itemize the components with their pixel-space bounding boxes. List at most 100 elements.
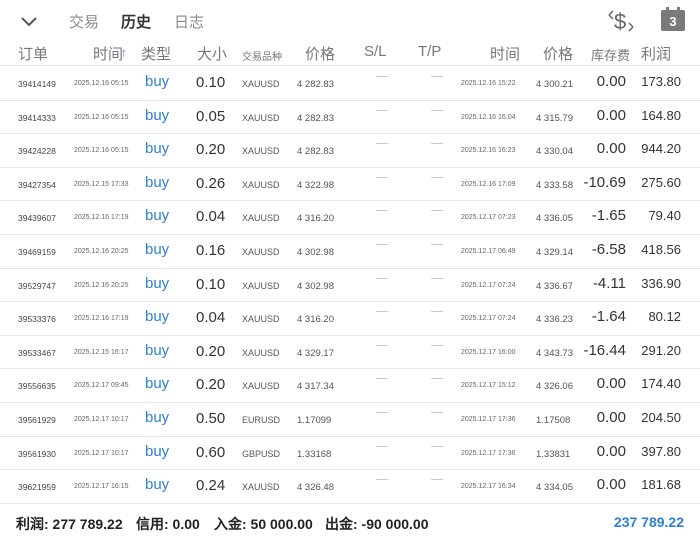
open-price: 1.33168 <box>297 448 332 460</box>
trade-type: buy <box>145 341 170 359</box>
sl-empty-dash <box>376 176 388 178</box>
header-size[interactable]: 大小 <box>197 43 227 64</box>
profit-value: 418.56 <box>641 241 681 257</box>
order-number: 39561930 <box>18 448 56 459</box>
swap-value: -1.65 <box>591 207 626 225</box>
close-time: 2025.12.17 07:23 <box>461 214 516 222</box>
swap-value: -6.58 <box>591 240 626 258</box>
header-sl[interactable]: S/L <box>364 43 387 60</box>
sl-empty-dash <box>376 411 388 413</box>
trade-type: buy <box>145 274 170 292</box>
trade-symbol: EURUSD <box>242 414 281 425</box>
table-row[interactable]: 39561930 2025.12.17 10:17 buy 0.60 GBPUSD 1.3… <box>0 437 700 471</box>
calendar-icon[interactable]: 3 <box>660 6 686 32</box>
swap-value: -4.11 <box>592 274 626 292</box>
tab-trade[interactable]: 交易 <box>69 11 99 32</box>
swap-value: 0.00 <box>596 140 626 158</box>
top-bar: 交易 历史 日志 $ 3 <box>0 0 700 42</box>
table-row[interactable]: 39439607 2025.12.16 17:19 buy 0.04 XAUUSD 4 3… <box>0 201 700 235</box>
sl-empty-dash <box>376 76 388 77</box>
profit-value: 80.12 <box>648 309 681 325</box>
swap-value: 0.00 <box>596 106 626 124</box>
close-time: 2025.12.17 16:00 <box>461 348 516 356</box>
profit-value: 181.68 <box>641 477 681 493</box>
close-time: 2025.12.17 15:12 <box>461 382 516 390</box>
trade-size: 0.24 <box>196 477 226 495</box>
header-tp[interactable]: T/P <box>418 43 441 60</box>
trade-symbol: XAUUSD <box>242 179 280 190</box>
profit-value: 336.90 <box>641 275 681 291</box>
close-time: 2025.12.16 16:04 <box>461 113 516 121</box>
tab-history[interactable]: 历史 <box>121 11 151 32</box>
open-time: 2025.12.15 17:33 <box>74 180 129 188</box>
profit-value: 173.80 <box>641 74 681 89</box>
swap-value: 0.00 <box>596 476 626 494</box>
close-time: 2025.12.16 16:23 <box>461 147 516 155</box>
dollar-sort-icon[interactable]: $ <box>606 7 636 35</box>
trade-size: 0.20 <box>196 342 226 360</box>
chevron-down-icon[interactable] <box>18 10 40 32</box>
summary-credit: 信用: 0.00 <box>136 516 200 532</box>
calendar-day-number: 3 <box>669 14 677 29</box>
tp-empty-dash <box>431 344 443 346</box>
header-symbol[interactable]: 交易品种 <box>242 48 282 63</box>
table-row[interactable]: 39414333 2025.12.16 05:15 buy 0.05 XAUUSD 4 2… <box>0 101 700 135</box>
header-profit[interactable]: 利润 <box>641 43 671 64</box>
close-price: 4 326.06 <box>536 381 573 393</box>
table-row[interactable]: 39561929 2025.12.17 10:17 buy 0.50 EURUSD 1.1… <box>0 403 700 437</box>
header-price[interactable]: 价格 <box>305 43 335 64</box>
trade-type: buy <box>145 106 170 124</box>
summary-deposit: 入金: 50 000.00 <box>214 516 313 532</box>
profit-value: 174.40 <box>641 376 681 392</box>
sl-empty-dash <box>376 143 388 145</box>
open-price: 4 302.98 <box>297 246 334 258</box>
sl-empty-dash <box>376 378 388 380</box>
open-price: 4 316.20 <box>297 213 334 225</box>
table-row[interactable]: 39427354 2025.12.15 17:33 buy 0.26 XAUUSD 4 3… <box>0 168 700 202</box>
order-number: 39424228 <box>18 146 56 157</box>
tp-empty-dash <box>431 76 443 77</box>
header-close-time[interactable]: 时间 <box>490 43 520 64</box>
table-row[interactable]: 39414149 2025.12.16 05:15 buy 0.10 XAUUSD 4 2… <box>0 67 700 101</box>
table-row[interactable]: 39529747 2025.12.16 20:25 buy 0.10 XAUUSD 4 3… <box>0 269 700 303</box>
table-row[interactable]: 39533467 2025.12.15 16:17 buy 0.20 XAUUSD 4 3… <box>0 336 700 370</box>
close-price: 4 336.67 <box>536 280 573 292</box>
table-row[interactable]: 39469159 2025.12.16 20:25 buy 0.16 XAUUSD 4 3… <box>0 235 700 269</box>
open-price: 4 316.20 <box>297 314 334 326</box>
header-order[interactable]: 订单 <box>18 43 48 64</box>
trade-type: buy <box>145 207 170 225</box>
trade-symbol: XAUUSD <box>242 246 280 257</box>
order-number: 39439607 <box>18 213 56 224</box>
table-row[interactable]: 39424228 2025.12.16 05:15 buy 0.20 XAUUSD 4 2… <box>0 134 700 168</box>
header-time[interactable]: 时间 <box>93 43 123 64</box>
header-close-price[interactable]: 价格 <box>543 43 573 64</box>
table-row[interactable]: 39556635 2025.12.17 09:45 buy 0.20 XAUUSD 4 3… <box>0 369 700 403</box>
table-row[interactable]: 39533376 2025.12.16 17:19 buy 0.04 XAUUSD 4 3… <box>0 302 700 336</box>
swap-value: -1.64 <box>591 308 626 326</box>
open-price: 4 317.34 <box>297 381 334 393</box>
tab-journal[interactable]: 日志 <box>174 11 204 32</box>
header-swap[interactable]: 库存费 <box>591 45 630 64</box>
table-row[interactable]: 39621959 2025.12.17 16:15 buy 0.24 XAUUSD 4 3… <box>0 470 700 504</box>
trade-size: 0.16 <box>196 241 226 259</box>
open-price: 4 322.98 <box>297 179 334 191</box>
trade-size: 0.50 <box>196 409 226 427</box>
close-price: 4 336.23 <box>536 314 573 326</box>
close-time: 2025.12.17 17:36 <box>461 415 516 423</box>
sl-empty-dash <box>376 243 388 245</box>
close-time: 2025.12.17 07:24 <box>461 281 516 289</box>
sl-empty-dash <box>376 445 388 447</box>
table-header: 订单 时间 ↑ 类型 大小 交易品种 价格 S/L T/P 时间 价格 库存费 … <box>0 42 700 66</box>
trade-symbol: XAUUSD <box>242 146 280 157</box>
header-type[interactable]: 类型 <box>141 43 171 64</box>
tp-empty-dash <box>431 378 443 380</box>
close-time: 2025.12.17 17:36 <box>461 449 516 457</box>
trade-type: buy <box>145 442 170 460</box>
order-number: 39414149 <box>18 79 56 89</box>
open-time: 2025.12.17 16:15 <box>74 483 129 491</box>
open-price: 4 302.98 <box>297 280 334 292</box>
trade-size: 0.04 <box>196 208 226 226</box>
order-number: 39621959 <box>18 482 56 493</box>
tp-empty-dash <box>431 143 443 145</box>
open-time: 2025.12.16 05:15 <box>74 147 129 155</box>
